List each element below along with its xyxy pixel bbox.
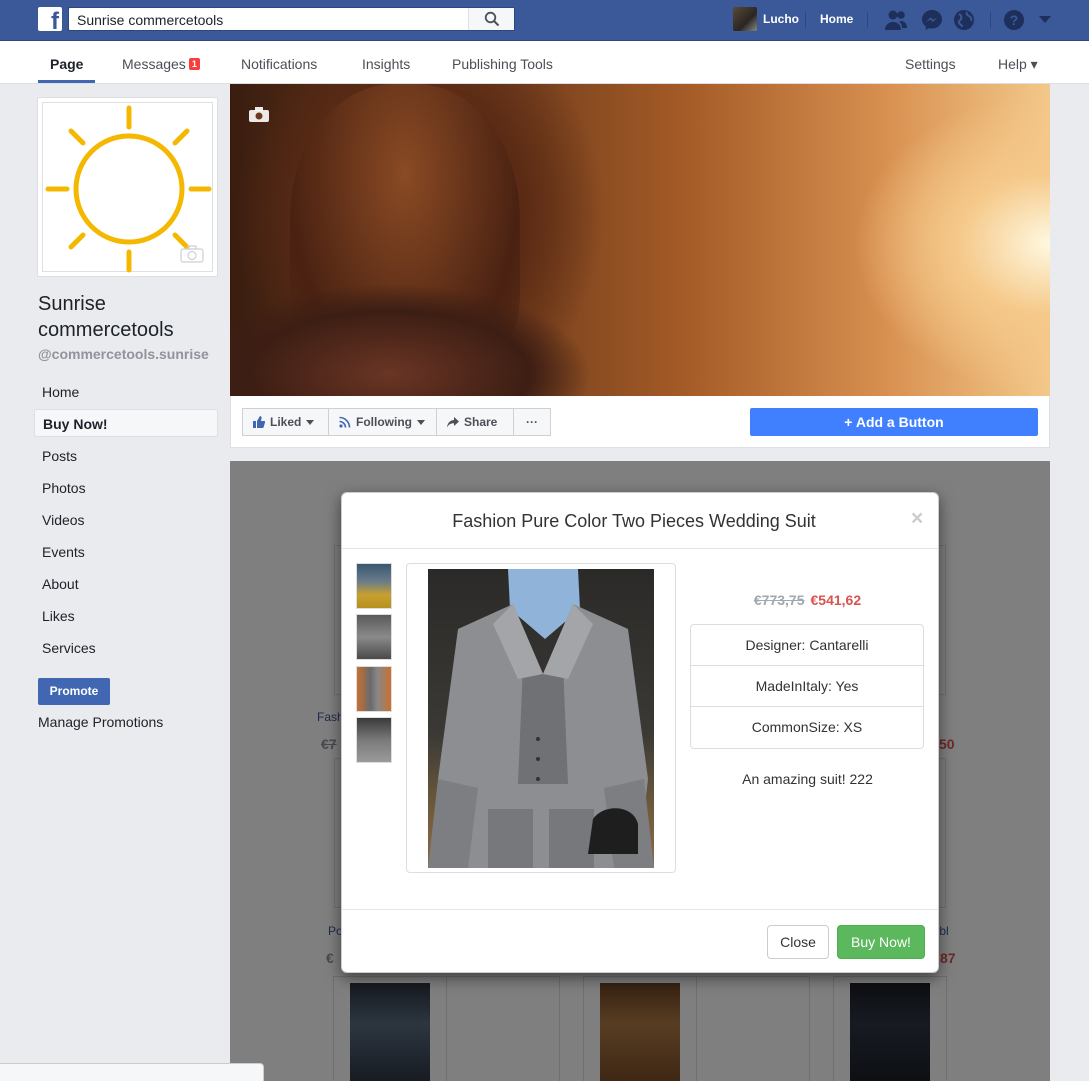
sale-price: €541,62 <box>810 592 862 608</box>
cover-figure-shoulders <box>230 284 590 396</box>
messenger-icon[interactable] <box>921 9 943 31</box>
attribute-made-in-italy: MadeInItaly: Yes <box>691 666 923 707</box>
liked-label: Liked <box>270 415 302 429</box>
help-icon[interactable]: ? <box>1003 9 1025 31</box>
modal-footer: Close Buy Now! <box>342 909 938 973</box>
old-price: €773,75 <box>753 592 805 608</box>
sidebar-item-likes[interactable]: Likes <box>34 602 218 630</box>
tab-help[interactable]: Help ▾ <box>998 56 1038 73</box>
rss-icon <box>339 416 351 428</box>
user-name: Lucho <box>763 12 799 26</box>
tab-page[interactable]: Page <box>50 56 83 72</box>
dropdown-caret-icon[interactable] <box>1038 14 1052 24</box>
price-line: €773,75 €541,62 <box>691 592 924 608</box>
friend-requests-icon[interactable] <box>884 9 908 31</box>
product-thumbnail[interactable] <box>356 717 392 763</box>
tab-insights[interactable]: Insights <box>362 56 410 72</box>
manage-promotions-link[interactable]: Manage Promotions <box>38 714 163 730</box>
share-label: Share <box>464 415 498 429</box>
page-name[interactable]: Sunrise commercetools <box>38 291 218 343</box>
promote-button[interactable]: Promote <box>38 678 110 705</box>
page-handle[interactable]: @commercetools.sunrise <box>38 346 209 362</box>
tab-messages-label: Messages <box>122 56 186 72</box>
facebook-logo-letter: f <box>51 8 59 32</box>
search-icon <box>484 11 500 27</box>
cover-photo[interactable] <box>230 84 1050 396</box>
buy-now-button[interactable]: Buy Now! <box>837 925 925 959</box>
tab-settings[interactable]: Settings <box>905 56 956 72</box>
camera-icon[interactable] <box>248 106 270 123</box>
modal-header: Fashion Pure Color Two Pieces Wedding Su… <box>342 493 938 549</box>
more-button[interactable]: ··· <box>513 408 551 436</box>
sidebar-item-services[interactable]: Services <box>34 634 218 662</box>
product-thumbnail[interactable] <box>356 563 392 609</box>
product-attributes-table: Designer: Cantarelli MadeInItaly: Yes Co… <box>690 624 924 749</box>
modal-title: Fashion Pure Color Two Pieces Wedding Su… <box>452 511 816 531</box>
page-tab-bar: Page Messages 1 Notifications Insights Pu… <box>0 41 1089 84</box>
top-navigation-bar: f Sunrise commercetools Lucho Home ? <box>0 0 1089 41</box>
sidebar-item-about[interactable]: About <box>34 570 218 598</box>
tab-notifications[interactable]: Notifications <box>241 56 317 72</box>
profile-picture-frame <box>42 102 213 273</box>
product-description: An amazing suit! 222 <box>742 771 873 787</box>
search-value: Sunrise commercetools <box>77 12 224 28</box>
active-tab-indicator <box>38 80 95 83</box>
share-arrow-icon <box>447 416 459 427</box>
product-main-image[interactable] <box>428 569 654 868</box>
share-button[interactable]: Share <box>436 408 514 436</box>
tab-publishing-tools[interactable]: Publishing Tools <box>452 56 553 72</box>
chat-dock[interactable] <box>0 1063 264 1081</box>
attribute-designer: Designer: Cantarelli <box>691 625 923 666</box>
home-link[interactable]: Home <box>820 12 853 26</box>
search-input[interactable]: Sunrise commercetools <box>68 7 515 31</box>
facebook-logo[interactable]: f <box>38 7 62 31</box>
product-modal: Fashion Pure Color Two Pieces Wedding Su… <box>341 492 939 973</box>
sidebar-item-videos[interactable]: Videos <box>34 506 218 534</box>
sidebar-item-events[interactable]: Events <box>34 538 218 566</box>
chevron-down-icon <box>417 419 425 425</box>
globe-icon[interactable] <box>953 9 975 31</box>
tab-messages[interactable]: Messages 1 <box>122 56 200 72</box>
avatar <box>733 7 757 31</box>
chevron-down-icon <box>306 419 315 425</box>
messages-badge: 1 <box>188 58 200 70</box>
divider <box>990 12 991 28</box>
profile-picture[interactable] <box>37 97 218 277</box>
sidebar-item-posts[interactable]: Posts <box>34 442 218 470</box>
sidebar-item-home[interactable]: Home <box>34 378 218 406</box>
liked-button[interactable]: Liked <box>242 408 329 436</box>
following-label: Following <box>356 415 412 429</box>
divider <box>867 12 868 28</box>
product-thumbnail[interactable] <box>356 614 392 660</box>
following-button[interactable]: Following <box>328 408 437 436</box>
sidebar-item-photos[interactable]: Photos <box>34 474 218 502</box>
divider <box>805 12 806 28</box>
attribute-common-size: CommonSize: XS <box>751 719 863 735</box>
close-icon[interactable]: × <box>911 507 923 531</box>
suit-illustration <box>428 569 654 868</box>
thumbs-up-icon <box>253 416 265 428</box>
sidebar-item-buy-now[interactable]: Buy Now! <box>34 409 218 437</box>
product-thumbnail[interactable] <box>356 666 392 712</box>
product-image-frame <box>406 563 676 873</box>
search-button[interactable] <box>468 8 514 30</box>
add-a-button[interactable]: + Add a Button <box>750 408 1038 436</box>
camera-icon[interactable] <box>180 245 204 263</box>
svg-text:?: ? <box>1010 12 1019 28</box>
close-button[interactable]: Close <box>767 925 829 959</box>
